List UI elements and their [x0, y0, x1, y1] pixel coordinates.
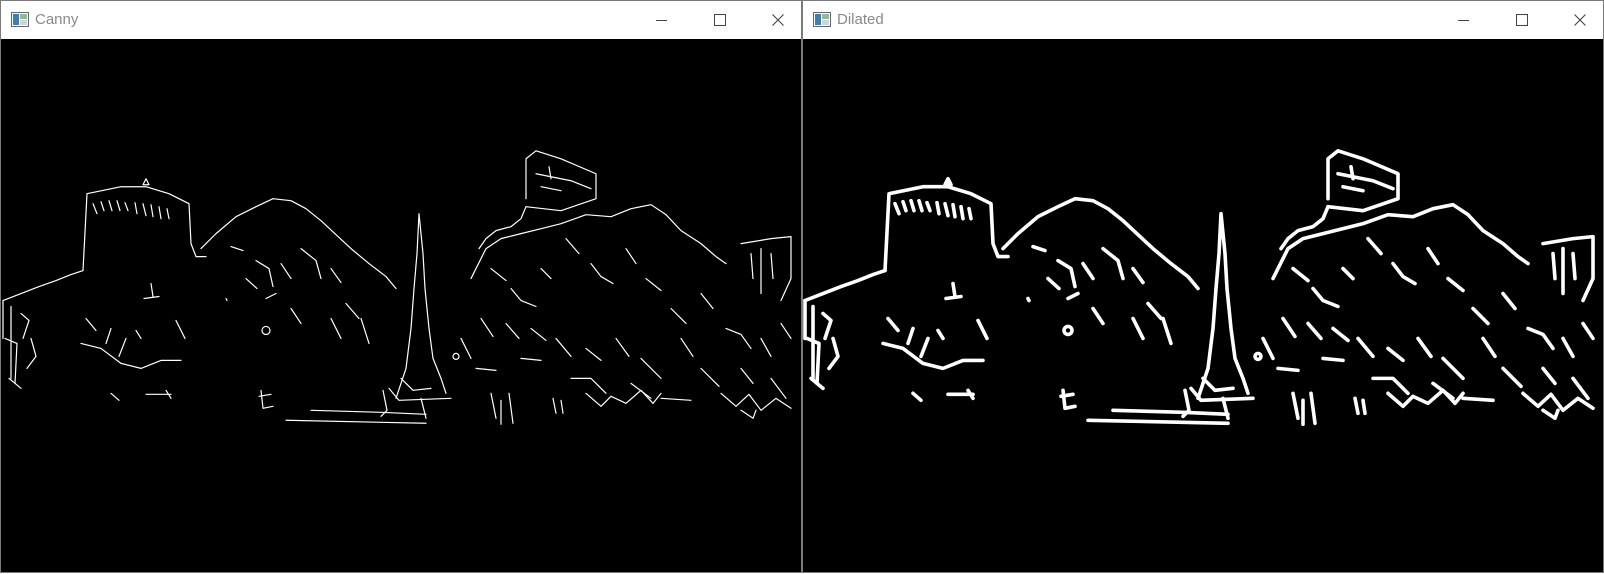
app-icon: [11, 12, 29, 27]
image-canvas: [803, 39, 1603, 572]
canny-edge-image: [2, 150, 792, 425]
close-button[interactable]: [1557, 1, 1603, 39]
title-bar[interactable]: Canny: [1, 1, 801, 39]
canny-window[interactable]: Canny: [0, 0, 802, 573]
window-title: Dilated: [837, 11, 884, 28]
minimize-icon: [656, 20, 667, 21]
maximize-button[interactable]: [697, 1, 743, 39]
close-button[interactable]: [755, 1, 801, 39]
window-title: Canny: [35, 11, 79, 28]
maximize-icon: [1516, 14, 1528, 26]
dilated-edge-image: [804, 150, 1594, 425]
app-icon: [813, 12, 831, 27]
dilated-window[interactable]: Dilated: [802, 0, 1604, 573]
close-icon: [772, 14, 784, 26]
minimize-button[interactable]: [1441, 1, 1487, 39]
image-canvas: [1, 39, 801, 572]
maximize-button[interactable]: [1499, 1, 1545, 39]
minimize-button[interactable]: [639, 1, 685, 39]
minimize-icon: [1458, 20, 1469, 21]
maximize-icon: [714, 14, 726, 26]
title-bar[interactable]: Dilated: [803, 1, 1603, 39]
close-icon: [1574, 14, 1586, 26]
